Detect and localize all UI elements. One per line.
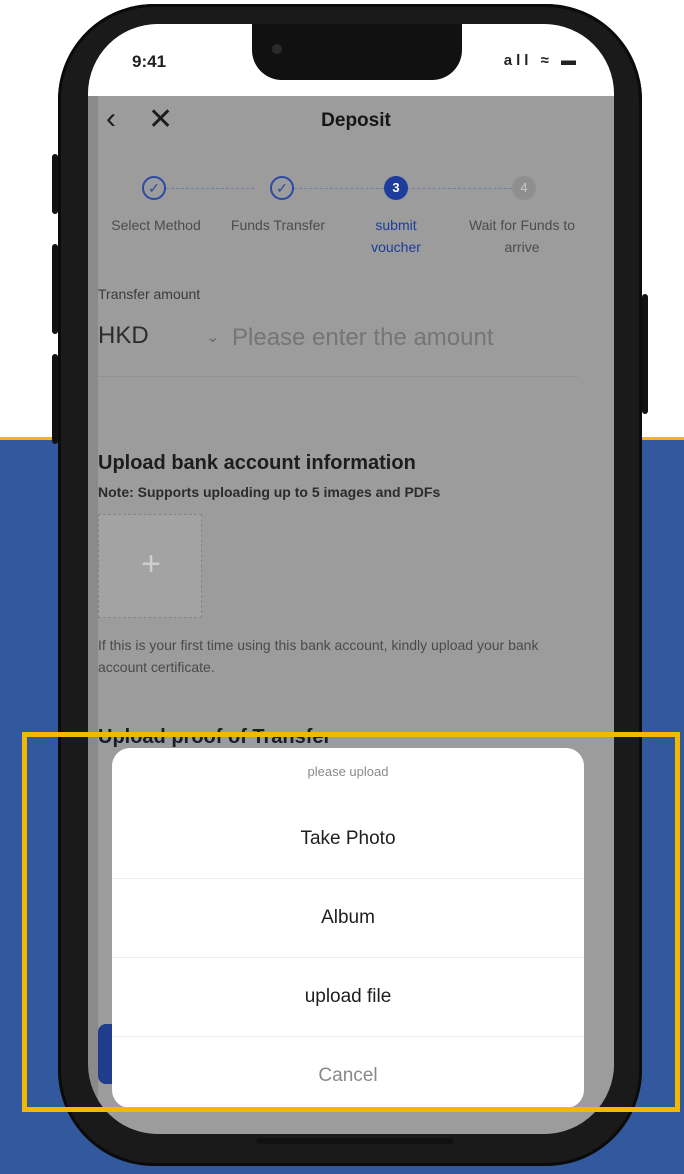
step-2-check-icon: ✓ (270, 176, 294, 200)
progress-stepper: ✓ ✓ 3 4 Select Method Funds Transfer sub… (98, 176, 614, 266)
step-connector (166, 188, 254, 189)
signal-wifi-battery-icon: all ≈ ▬ (503, 52, 580, 69)
step-2-label: Funds Transfer (230, 217, 326, 233)
currency-selector[interactable]: HKD (98, 322, 149, 350)
notch (252, 24, 462, 80)
status-time: 9:41 (132, 52, 167, 71)
step-3-number: 3 (384, 176, 408, 200)
step-4-label: Wait for Funds to arrive (468, 217, 576, 255)
step-3-label: submit voucher (371, 217, 421, 255)
home-indicator (256, 1138, 454, 1144)
bank-section-hint: If this is your first time using this ba… (98, 637, 539, 675)
volume-up-button (52, 244, 58, 334)
step-1-label: Select Method (111, 217, 201, 233)
step-1-check-icon: ✓ (142, 176, 166, 200)
step-connector (402, 188, 512, 189)
power-button (642, 294, 648, 414)
step-connector (294, 188, 384, 189)
bank-section-title: Upload bank account information (98, 452, 416, 474)
amount-input[interactable] (232, 322, 562, 354)
chevron-down-icon[interactable]: ⌄ (206, 327, 219, 347)
divider (98, 376, 578, 377)
bank-section-note: Note: Supports uploading up to 5 images … (98, 484, 441, 500)
highlight-frame (22, 732, 680, 1112)
page-title: Deposit (321, 110, 391, 131)
step-4-number: 4 (512, 176, 536, 200)
volume-down-button (52, 354, 58, 444)
plus-icon: + (141, 545, 161, 583)
upload-bank-image-button[interactable]: + (98, 514, 202, 618)
transfer-amount-label: Transfer amount (98, 286, 201, 302)
mute-switch (52, 154, 58, 214)
camera-icon (272, 44, 282, 54)
nav-bar: ‹ ✕ Deposit (98, 96, 614, 152)
